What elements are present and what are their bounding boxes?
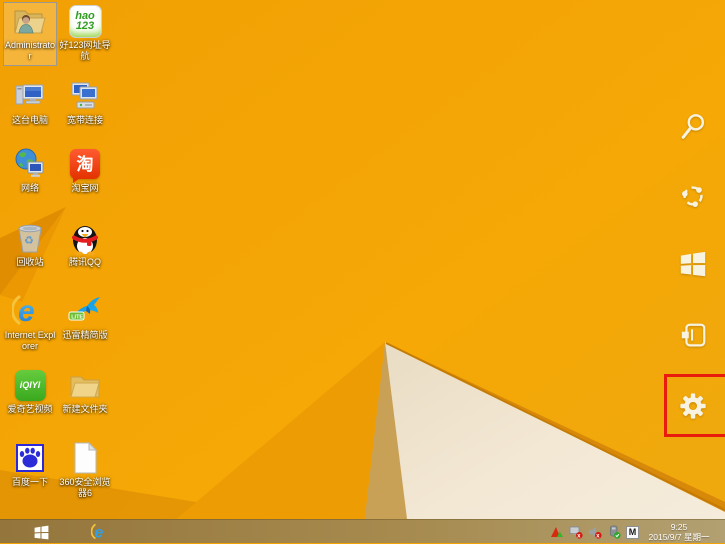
icon-label: 360安全浏览器6 bbox=[59, 477, 111, 498]
icon-label: 淘宝网 bbox=[71, 183, 99, 193]
broadband-connection-icon bbox=[67, 78, 103, 114]
desktop-icon-baidu[interactable]: 百度一下 bbox=[3, 439, 57, 503]
qq-penguin-icon bbox=[67, 220, 103, 256]
icon-label: Administrator bbox=[4, 40, 56, 61]
taobao-icon: 淘 bbox=[67, 146, 103, 183]
volume-muted-icon[interactable]: x bbox=[588, 525, 602, 539]
icon-label: 百度一下 bbox=[11, 477, 48, 487]
taskbar-internet-explorer-button[interactable]: e bbox=[86, 520, 116, 544]
search-icon bbox=[681, 114, 705, 139]
charm-start[interactable] bbox=[678, 249, 708, 279]
iqiyi-icon: iQIYI bbox=[12, 367, 48, 403]
icon-label: Internet Explorer bbox=[4, 330, 56, 351]
internet-explorer-icon: e bbox=[12, 293, 48, 329]
taskbar-clock[interactable]: 9:25 2015/9/7 星期一 bbox=[639, 522, 719, 542]
icon-label: 爱奇艺视频 bbox=[7, 404, 53, 414]
desktop-icon-taobao[interactable]: 淘 淘宝网 bbox=[58, 145, 112, 209]
icon-label: 新建文件夹 bbox=[62, 404, 108, 414]
desktop-icon-thunder-lite[interactable]: LITE 迅雷精简版 bbox=[58, 292, 112, 356]
system-tray: x x M bbox=[550, 520, 639, 544]
desktop-icon-qq[interactable]: 腾讯QQ bbox=[58, 219, 112, 283]
baidu-paw-icon bbox=[12, 440, 48, 476]
icon-label: 好123网址导航 bbox=[59, 40, 111, 61]
svg-text:e: e bbox=[94, 524, 103, 542]
blank-document-icon bbox=[67, 440, 103, 476]
icon-label: 迅雷精简版 bbox=[62, 330, 108, 340]
input-method-indicator[interactable]: M bbox=[626, 525, 639, 539]
graphics-utility-tray-icon[interactable] bbox=[550, 525, 564, 539]
icon-label: 网络 bbox=[20, 183, 39, 193]
devices-icon bbox=[681, 323, 706, 347]
charm-devices[interactable] bbox=[678, 320, 708, 350]
taskbar: e x x M 9:25 2015/9/7 星期一 bbox=[0, 519, 725, 543]
hao123-icon: hao 123 bbox=[67, 3, 103, 39]
desktop-icon-360-browser[interactable]: 360安全浏览器6 bbox=[58, 439, 112, 503]
svg-text:x: x bbox=[596, 533, 600, 539]
desktop-icon-broadband[interactable]: 宽带连接 bbox=[58, 77, 112, 141]
settings-highlight-annotation bbox=[664, 374, 725, 437]
share-icon bbox=[682, 186, 703, 207]
recycle-bin-icon: ♻ bbox=[12, 220, 48, 256]
clock-time: 9:25 bbox=[670, 522, 688, 532]
desktop-icon-recycle-bin[interactable]: ♻ 回收站 bbox=[3, 219, 57, 283]
svg-text:LITE: LITE bbox=[71, 314, 83, 320]
icon-label: 腾讯QQ bbox=[68, 257, 101, 267]
desktop-icon-internet-explorer[interactable]: e Internet Explorer bbox=[3, 292, 57, 356]
start-button[interactable] bbox=[26, 520, 56, 544]
desktop-icon-hao123[interactable]: hao 123 好123网址导航 bbox=[58, 2, 112, 66]
device-safely-remove-icon[interactable] bbox=[607, 525, 621, 539]
internet-explorer-icon: e bbox=[91, 524, 103, 542]
desktop-icon-iqiyi[interactable]: iQIYI 爱奇艺视频 bbox=[3, 366, 57, 430]
icon-label: 回收站 bbox=[16, 257, 44, 267]
folder-icon bbox=[67, 367, 103, 403]
desktop-icon-network[interactable]: 网络 bbox=[3, 145, 57, 209]
charm-search[interactable] bbox=[678, 112, 708, 142]
windows-logo-icon bbox=[34, 525, 48, 539]
icon-label: 这台电脑 bbox=[11, 115, 48, 125]
network-globe-icon bbox=[12, 146, 48, 182]
desktop-icon-administrator[interactable]: Administrator bbox=[3, 2, 57, 66]
network-disconnected-icon[interactable]: x bbox=[569, 525, 583, 539]
user-folder-icon bbox=[12, 3, 48, 39]
desktop-icon-this-pc[interactable]: 这台电脑 bbox=[3, 77, 57, 141]
computer-icon bbox=[12, 78, 48, 114]
desktop-icon-new-folder[interactable]: 新建文件夹 bbox=[58, 366, 112, 430]
charm-share[interactable] bbox=[678, 181, 708, 211]
windows-logo-icon bbox=[680, 251, 706, 277]
icon-label: 宽带连接 bbox=[66, 115, 103, 125]
svg-text:♻: ♻ bbox=[24, 235, 34, 247]
clock-date: 2015/9/7 星期一 bbox=[648, 532, 710, 542]
svg-text:e: e bbox=[18, 295, 35, 328]
svg-text:x: x bbox=[577, 533, 581, 539]
thunder-bird-icon: LITE bbox=[67, 293, 103, 329]
